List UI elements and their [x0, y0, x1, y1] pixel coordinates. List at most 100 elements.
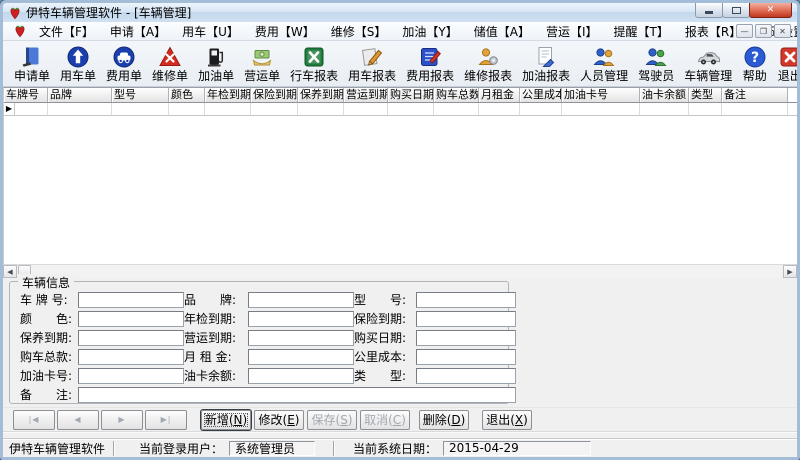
toolbar-button-label: 帮助	[743, 70, 767, 83]
table-row[interactable]: ▶	[4, 103, 797, 116]
column-header-color[interactable]: 颜色	[169, 88, 205, 102]
edit-button[interactable]: 修改(E)	[254, 410, 304, 430]
field-label-plate-no: 车 牌 号:	[20, 291, 78, 308]
toolbar-button-driver[interactable]: 驾驶员	[633, 42, 679, 86]
column-header-model[interactable]: 型号	[112, 88, 169, 102]
menu-item-reminder[interactable]: 提醒【T】	[606, 21, 677, 42]
column-header-plate-no[interactable]: 车牌号	[4, 88, 48, 102]
people-blue-green-icon	[644, 44, 669, 69]
column-header-remark[interactable]: 备注	[722, 88, 788, 102]
maximize-button[interactable]	[722, 3, 750, 18]
excel-sheet-icon	[302, 44, 327, 69]
minimize-button[interactable]	[695, 3, 723, 18]
field-model-input[interactable]	[416, 292, 516, 308]
delete-button[interactable]: 删除(D)	[419, 410, 469, 430]
app-logo-icon	[8, 6, 22, 20]
menu-item-repair[interactable]: 维修【S】	[323, 21, 395, 42]
toolbar-button-exit[interactable]: 退出	[772, 42, 800, 86]
toolbar-button-vehicle-use-report[interactable]: 用车报表	[343, 42, 401, 86]
person-gear-icon	[476, 44, 501, 69]
toolbar-button-refuel-report[interactable]: 加油报表	[517, 42, 575, 86]
column-header-brand[interactable]: 品牌	[48, 88, 112, 102]
field-remark-input[interactable]	[78, 387, 516, 403]
close-button[interactable]: ✕	[749, 3, 792, 18]
titlebar: 伊特车辆管理软件 - [车辆管理] ✕	[3, 3, 797, 22]
toolbar-button-refuel-form[interactable]: 加油单	[193, 42, 239, 86]
column-header-fuel-card-no[interactable]: 加油卡号	[562, 88, 640, 102]
field-color-input[interactable]	[78, 311, 184, 327]
notebook-pencil-icon	[418, 44, 443, 69]
column-header-type[interactable]: 类型	[689, 88, 722, 102]
column-header-purchase-total[interactable]: 购车总数	[434, 88, 479, 102]
field-maintenance-due-input[interactable]	[78, 330, 184, 346]
menu-item-operation[interactable]: 营运【I】	[538, 21, 606, 42]
menu-item-vehicle-use[interactable]: 用车【U】	[174, 21, 247, 42]
menu-item-file[interactable]: 文件【F】	[31, 21, 102, 42]
mdi-restore-button[interactable]: ❐	[755, 24, 772, 38]
horizontal-scrollbar[interactable]: ◀ ▶	[3, 264, 797, 278]
field-fuel-card-no-input[interactable]	[78, 368, 184, 384]
save-button: 保存(S)	[307, 410, 357, 430]
column-header-operation-due[interactable]: 营运到期	[344, 88, 388, 102]
scroll-left-button[interactable]: ◀	[3, 265, 17, 278]
column-header-cost-per-km[interactable]: 公里成本	[520, 88, 562, 102]
table-cell-purchase-date	[388, 103, 434, 115]
toolbar-button-expense-report[interactable]: 费用报表	[401, 42, 459, 86]
add-button[interactable]: 新增(N)	[201, 410, 251, 430]
field-plate-no-input[interactable]	[78, 292, 184, 308]
vehicle-info-panel: 车辆信息 车 牌 号:品 牌:型 号:颜 色:年检到期:保险到期:保养到期:营运…	[3, 278, 797, 407]
toolbar-button-operation-form[interactable]: 营运单	[239, 42, 285, 86]
field-label-purchase-total: 购车总款:	[20, 348, 78, 365]
field-type-input[interactable]	[416, 368, 516, 384]
menu-item-refuel[interactable]: 加油【Y】	[394, 21, 465, 42]
field-insurance-due-input[interactable]	[416, 311, 516, 327]
table-cell-plate-no	[15, 103, 48, 115]
menu-item-expense[interactable]: 费用【W】	[247, 21, 323, 42]
statusbar-date-value: 2015-04-29	[443, 441, 591, 456]
menu-item-stored-value[interactable]: 储值【A】	[466, 21, 538, 42]
toolbar-button-vehicle-mgmt[interactable]: 车辆管理	[679, 42, 737, 86]
column-header-inspection-due[interactable]: 年检到期	[205, 88, 251, 102]
mdi-minimize-button[interactable]: —	[736, 24, 753, 38]
exit-button[interactable]: 退出(X)	[482, 410, 532, 430]
field-operation-due-input[interactable]	[248, 330, 354, 346]
toolbar-button-label: 维修单	[152, 70, 188, 83]
column-header-purchase-date[interactable]: 购买日期	[388, 88, 434, 102]
table-cell-color	[169, 103, 205, 115]
menu-item-apply[interactable]: 申请【A】	[102, 21, 174, 42]
toolbar-button-driving-report[interactable]: 行车报表	[285, 42, 343, 86]
field-label-color: 颜 色:	[20, 310, 78, 327]
field-fuel-card-balance-input[interactable]	[248, 368, 354, 384]
column-header-fuel-card-balance[interactable]: 油卡余额	[640, 88, 689, 102]
window-controls: ✕	[696, 3, 792, 18]
column-header-monthly-rent[interactable]: 月租金	[479, 88, 520, 102]
toolbar-button-apply-form[interactable]: 申请单	[9, 42, 55, 86]
groupbox-title: 车辆信息	[18, 274, 74, 291]
field-monthly-rent-input[interactable]	[248, 349, 354, 365]
toolbar-button-expense-form[interactable]: 费用单	[101, 42, 147, 86]
column-header-insurance-due[interactable]: 保险到期	[251, 88, 298, 102]
field-label-operation-due: 营运到期:	[184, 329, 248, 346]
scroll-right-button[interactable]: ▶	[783, 265, 797, 278]
field-brand-input[interactable]	[248, 292, 354, 308]
toolbar-button-label: 用车单	[60, 70, 96, 83]
field-purchase-total-input[interactable]	[78, 349, 184, 365]
field-inspection-due-input[interactable]	[248, 311, 354, 327]
mdi-close-button[interactable]: ✕	[774, 24, 791, 38]
table-cell-type	[689, 103, 722, 115]
field-label-cost-per-km: 公里成本:	[354, 348, 416, 365]
toolbar-button-help[interactable]: ?帮助	[737, 42, 772, 86]
toolbar-button-repair-report[interactable]: 维修报表	[459, 42, 517, 86]
field-label-model: 型 号:	[354, 291, 416, 308]
toolbar-button-vehicle-use-form[interactable]: 用车单	[55, 42, 101, 86]
column-header-maintenance-due[interactable]: 保养到期	[298, 88, 344, 102]
table-cell-purchase-total	[434, 103, 479, 115]
field-label-insurance-due: 保险到期:	[354, 310, 416, 327]
table-cell-inspection-due	[205, 103, 251, 115]
cancel-button: 取消(C)	[360, 410, 410, 430]
field-cost-per-km-input[interactable]	[416, 349, 516, 365]
field-purchase-date-input[interactable]	[416, 330, 516, 346]
toolbar-button-label: 加油单	[198, 70, 234, 83]
toolbar-button-repair-form[interactable]: 维修单	[147, 42, 193, 86]
toolbar-button-personnel-mgmt[interactable]: 人员管理	[575, 42, 633, 86]
